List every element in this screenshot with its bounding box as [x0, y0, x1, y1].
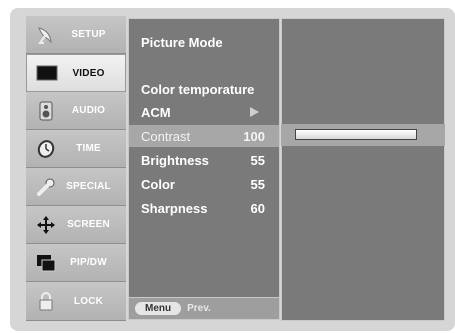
arrows-icon: [35, 214, 57, 236]
color-temperature-item[interactable]: Color temporature: [129, 78, 279, 100]
menu-label-setup: SETUP: [71, 29, 106, 40]
video-submenu: Picture Mode Color temporature ACM Contr…: [128, 18, 280, 298]
brightness-item[interactable]: Brightness 55: [129, 149, 279, 171]
contrast-label: Contrast: [141, 128, 191, 144]
menu-item-lock[interactable]: LOCK: [26, 282, 126, 321]
menu-item-video[interactable]: VIDEO: [26, 54, 126, 92]
acm-item[interactable]: ACM: [129, 101, 279, 123]
menu-item-pipdw[interactable]: PIP/DW: [26, 244, 126, 282]
brightness-label: Brightness: [141, 152, 209, 168]
menu-label-screen: SCREEN: [67, 219, 110, 230]
wrench-icon: [35, 176, 57, 198]
color-temperature-label: Color temporature: [141, 81, 255, 97]
color-label: Color: [141, 176, 175, 192]
contrast-item[interactable]: Contrast 100: [129, 125, 279, 147]
satellite-dish-icon: [35, 24, 57, 46]
menu-item-time[interactable]: TIME: [26, 130, 126, 168]
picture-mode-label: Picture Mode: [141, 34, 223, 50]
menu-button[interactable]: Menu: [135, 302, 182, 315]
color-value: 55: [250, 176, 265, 192]
menu-label-lock: LOCK: [73, 295, 104, 307]
contrast-slider-fill: [296, 130, 416, 139]
menu-item-special[interactable]: SPECIAL: [26, 168, 126, 206]
menu-label-special: SPECIAL: [66, 181, 111, 192]
acm-label: ACM: [141, 104, 171, 120]
sharpness-value: 60: [250, 200, 265, 216]
clock-icon: [35, 138, 57, 160]
menu-label-time: TIME: [76, 143, 101, 154]
brightness-value: 55: [250, 152, 265, 168]
tv-screen-icon: [36, 62, 58, 84]
adjustment-panel: [281, 18, 445, 321]
menu-item-screen[interactable]: SCREEN: [26, 206, 126, 244]
speaker-icon: [35, 100, 57, 122]
contrast-slider[interactable]: [295, 129, 417, 140]
prev-label: Prev.: [187, 303, 211, 314]
arrow-right-icon: [250, 107, 259, 117]
padlock-icon: [35, 290, 57, 312]
pip-windows-icon: [35, 252, 57, 274]
menu-label-video: VIDEO: [72, 67, 105, 79]
menu-label-pipdw: PIP/DW: [70, 257, 107, 268]
menu-item-setup[interactable]: SETUP: [26, 16, 126, 54]
sharpness-label: Sharpness: [141, 200, 208, 216]
menu-label-audio: AUDIO: [71, 105, 106, 116]
menu-item-audio[interactable]: AUDIO: [26, 92, 126, 130]
picture-mode-item[interactable]: Picture Mode: [129, 31, 279, 53]
contrast-value: 100: [243, 128, 265, 144]
sharpness-item[interactable]: Sharpness 60: [129, 197, 279, 219]
footer-bar: Menu Prev.: [128, 297, 280, 320]
color-item[interactable]: Color 55: [129, 173, 279, 195]
main-menu: SETUP VIDEO AUDIO TIME SPECIAL SCREEN PI…: [26, 16, 126, 321]
